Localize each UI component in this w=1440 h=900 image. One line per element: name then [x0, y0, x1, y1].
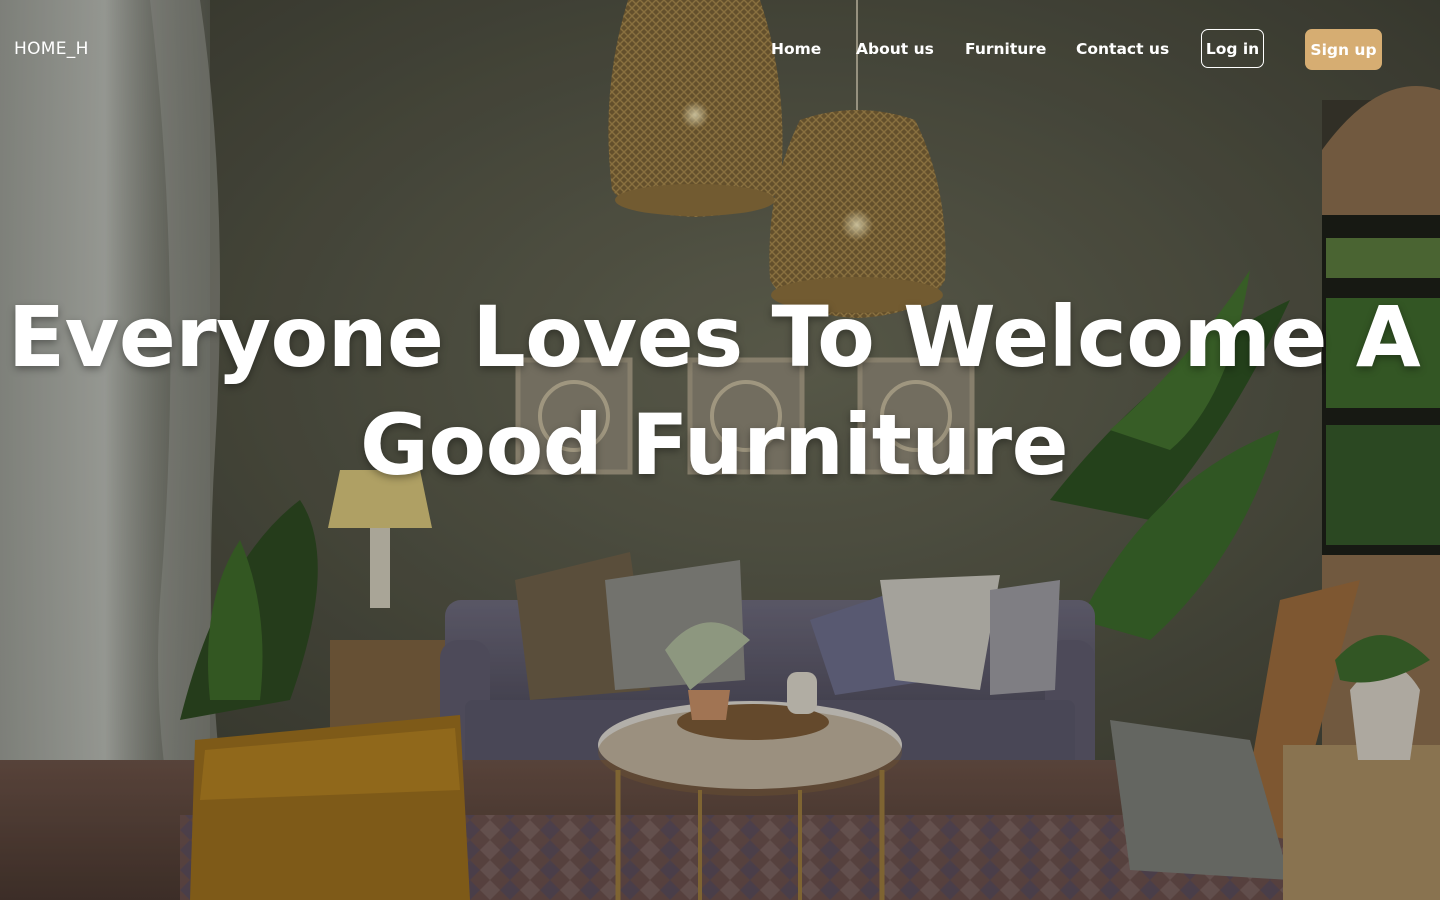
nav-link-about-us[interactable]: About us	[856, 38, 934, 60]
nav-link-contact-us[interactable]: Contact us	[1076, 38, 1169, 60]
navbar: HOME_H Home About us Furniture Contact u…	[0, 0, 1440, 100]
nav-link-home[interactable]: Home	[771, 38, 821, 60]
nav-link-furniture[interactable]: Furniture	[965, 38, 1046, 60]
hero-headline-line-2: Good Furniture	[359, 396, 1069, 494]
brand-logo[interactable]: HOME_H	[14, 38, 89, 60]
login-button[interactable]: Log in	[1201, 29, 1264, 68]
hero-section: HOME_H Home About us Furniture Contact u…	[0, 0, 1440, 900]
hero-headline: Everyone Loves To Welcome A Good Furnitu…	[0, 283, 1428, 499]
signup-button[interactable]: Sign up	[1305, 29, 1382, 70]
hero-headline-line-1: Everyone Loves To Welcome A	[7, 288, 1421, 386]
